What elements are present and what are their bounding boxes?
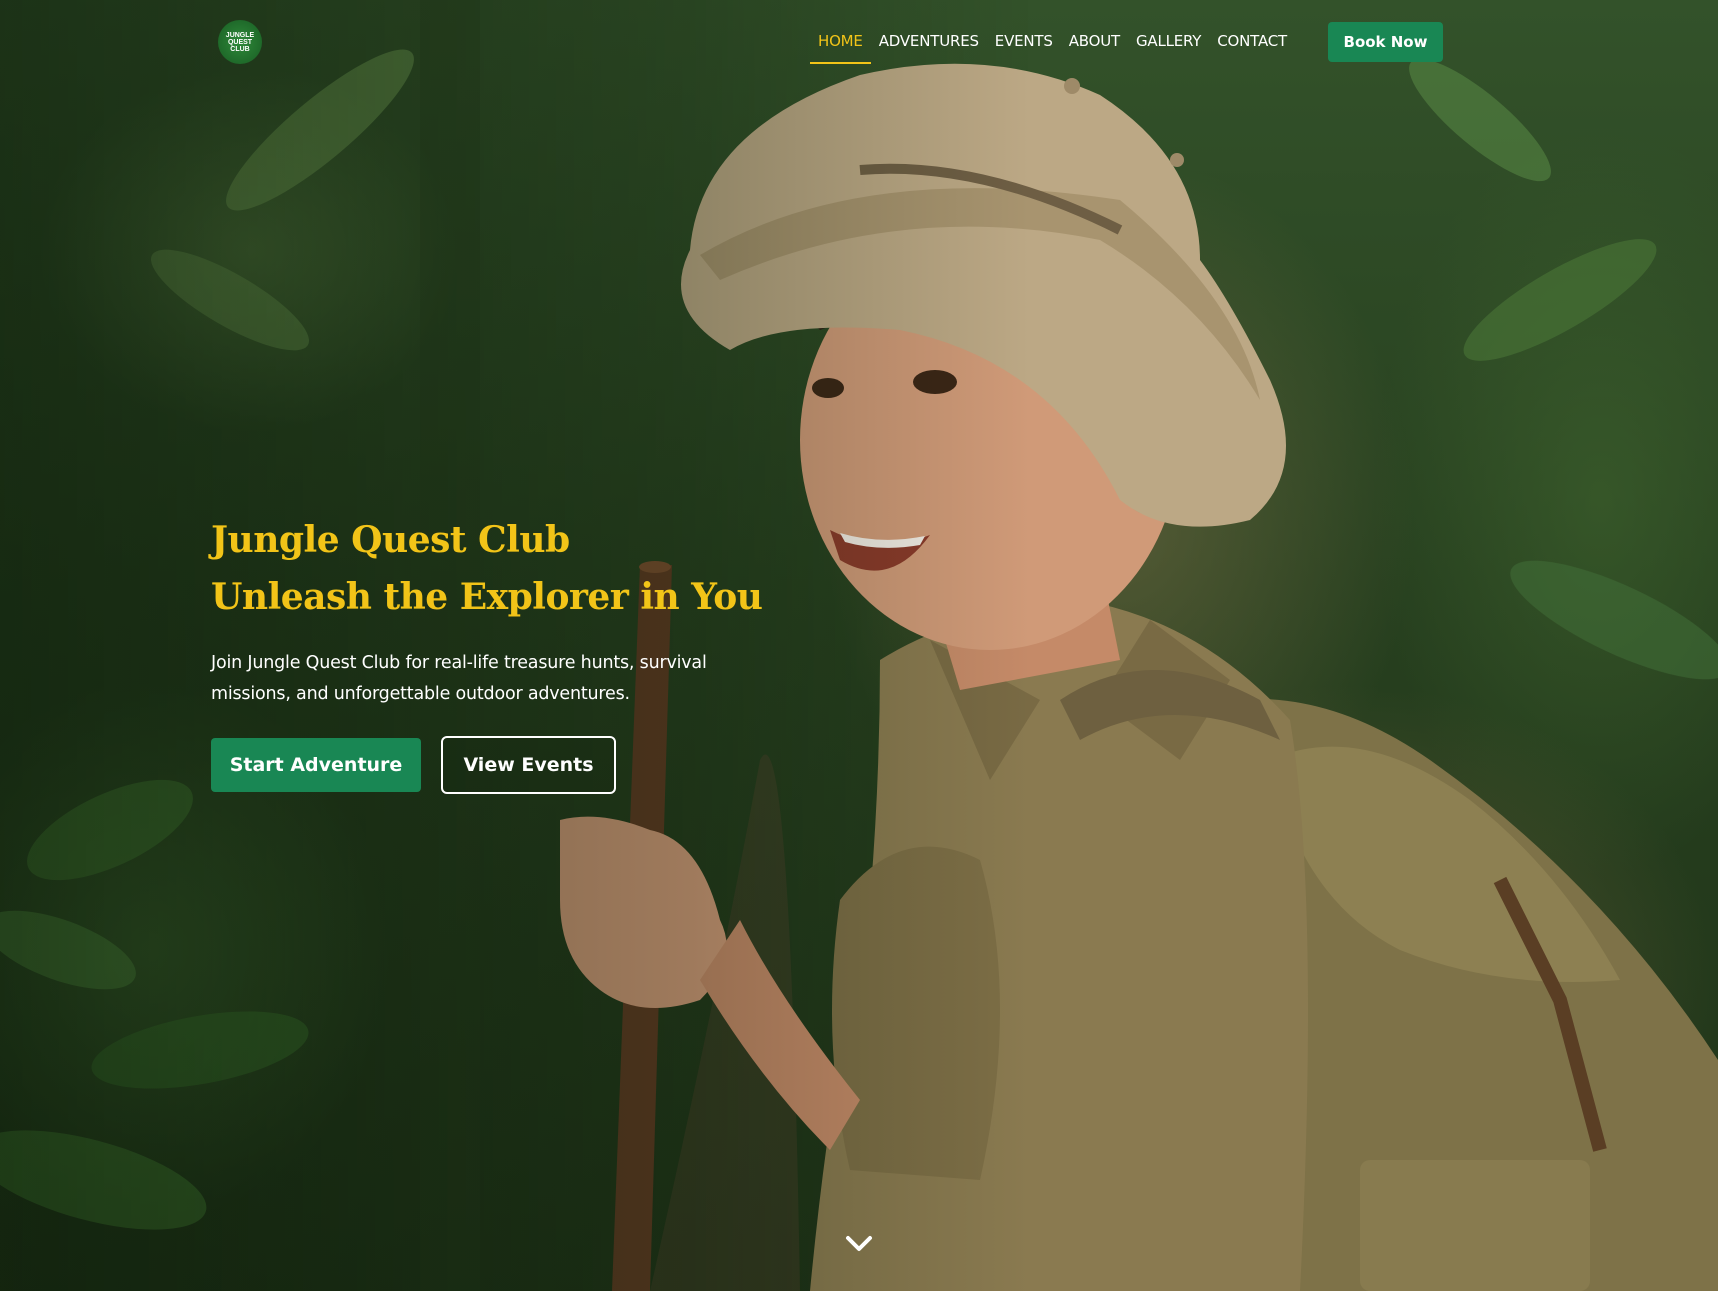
site-logo[interactable]: JUNGLE QUEST CLUB: [218, 20, 262, 64]
hero-title-line-2: Unleash the Explorer in You: [211, 576, 763, 618]
hero-title-line-1: Jungle Quest Club: [211, 519, 570, 561]
book-now-button[interactable]: Book Now: [1328, 22, 1443, 62]
chevron-down-icon[interactable]: [843, 1230, 875, 1258]
site-header: JUNGLE QUEST CLUB HOME ADVENTURES EVENTS…: [0, 0, 1718, 84]
nav-item-contact[interactable]: CONTACT: [1209, 30, 1295, 52]
hero-content: Jungle Quest Club Unleash the Explorer i…: [211, 512, 763, 794]
logo-text: JUNGLE QUEST CLUB: [225, 31, 255, 53]
nav-item-about[interactable]: ABOUT: [1061, 30, 1128, 52]
nav-item-adventures[interactable]: ADVENTURES: [871, 30, 987, 52]
hero-subtitle: Join Jungle Quest Club for real-life tre…: [211, 653, 707, 704]
cta-row: Start Adventure View Events: [211, 736, 751, 794]
main-nav: HOME ADVENTURES EVENTS ABOUT GALLERY CON…: [810, 30, 1295, 64]
hero-section: JUNGLE QUEST CLUB HOME ADVENTURES EVENTS…: [0, 0, 1718, 1291]
start-adventure-button[interactable]: Start Adventure: [211, 738, 421, 792]
nav-item-gallery[interactable]: GALLERY: [1128, 30, 1209, 52]
nav-item-events[interactable]: EVENTS: [987, 30, 1061, 52]
view-events-button[interactable]: View Events: [441, 736, 616, 794]
nav-item-home[interactable]: HOME: [810, 30, 871, 64]
